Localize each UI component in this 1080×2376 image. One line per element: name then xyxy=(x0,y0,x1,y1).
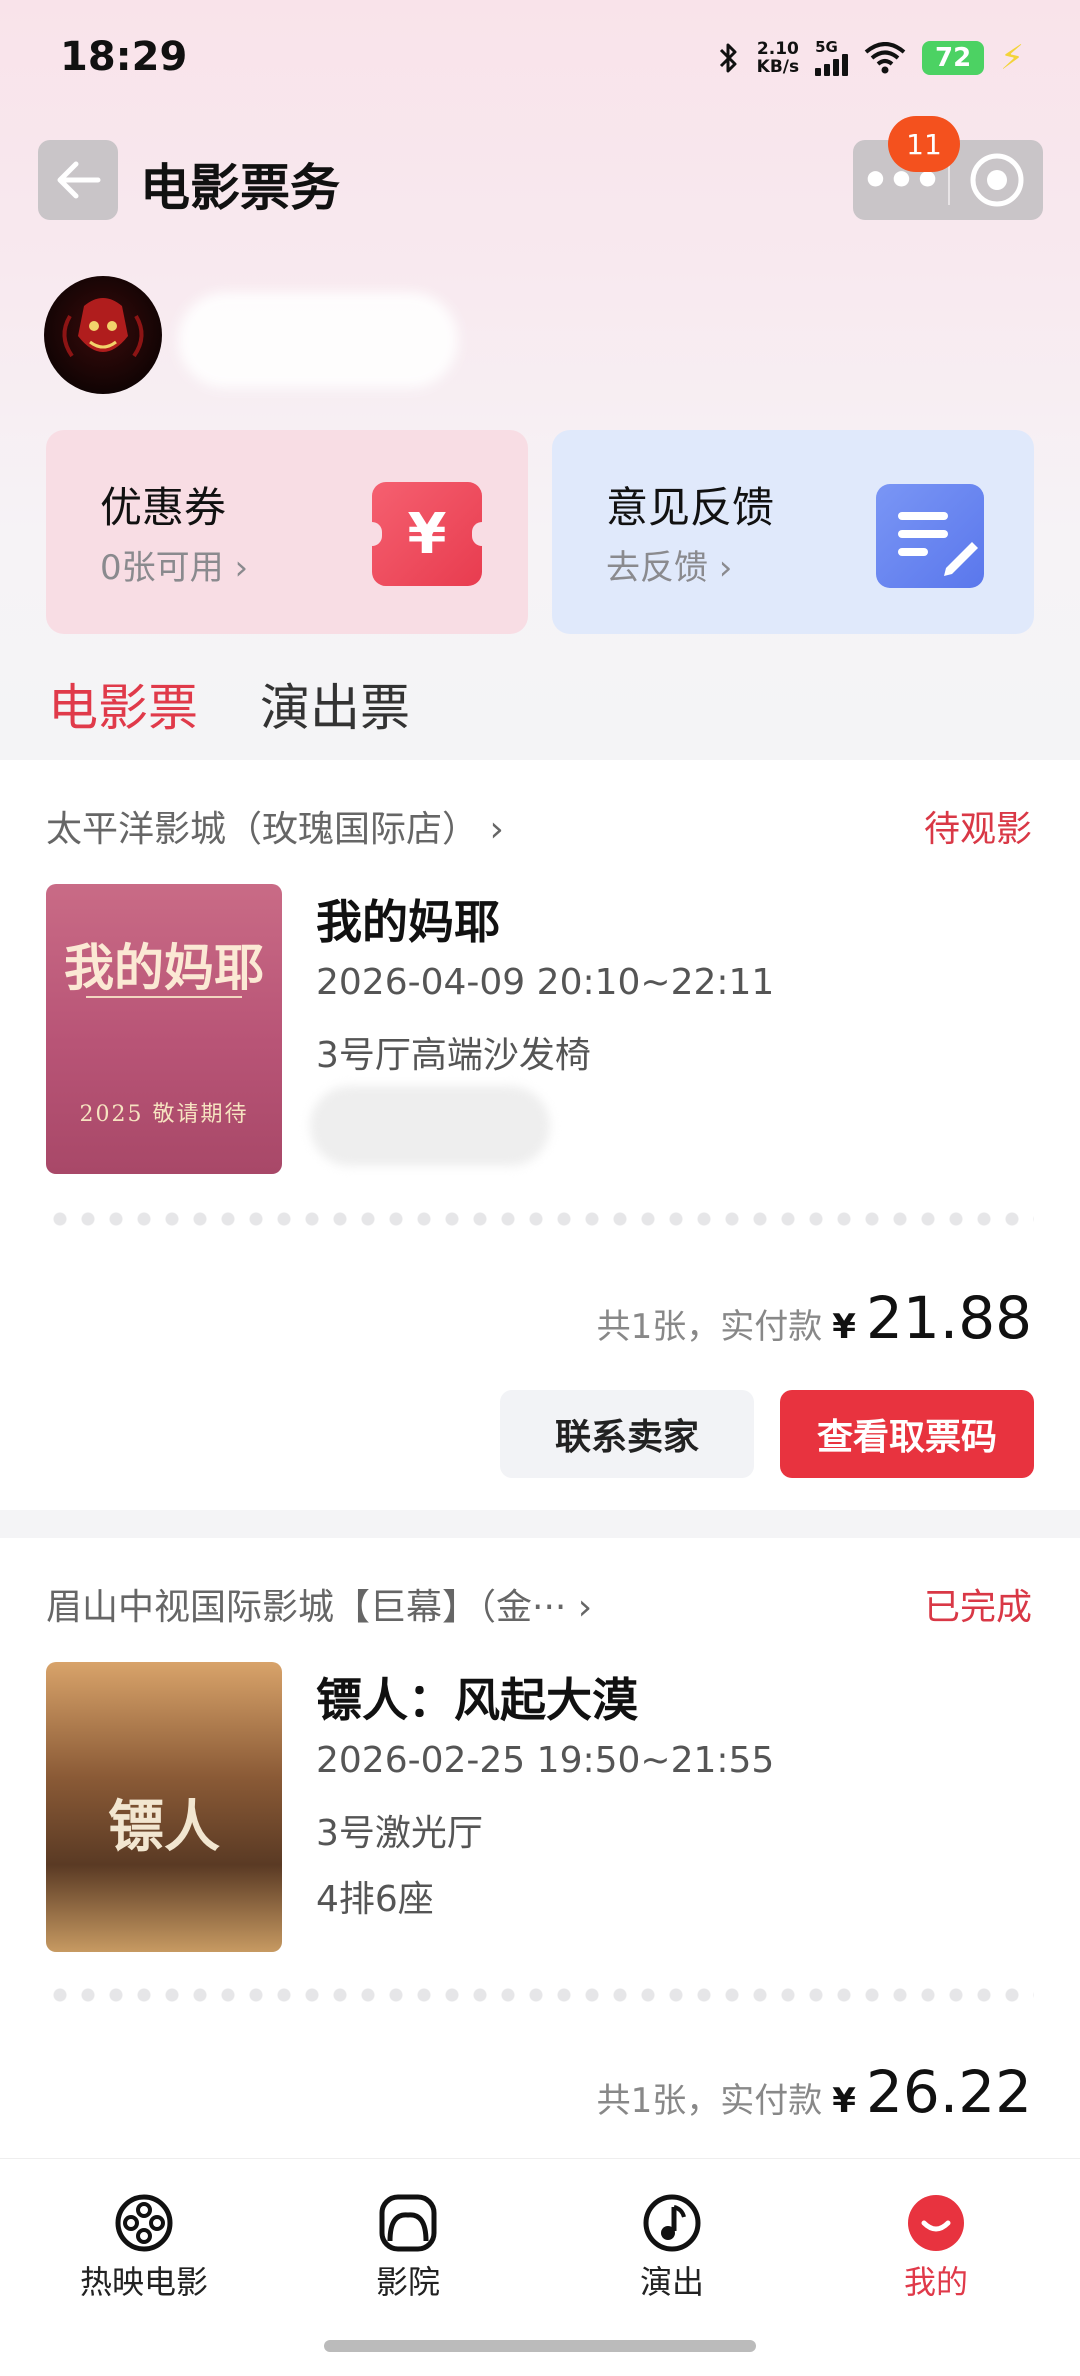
hall-name: 3号激光厅 xyxy=(316,1813,483,1854)
nav-mine[interactable]: 我的 xyxy=(836,2193,1036,2303)
net-speed: 2.10 KB/s xyxy=(756,39,800,77)
coupon-subtitle: 0张可用 › xyxy=(100,548,249,588)
feedback-note-icon xyxy=(876,484,984,588)
status-icons: 2.10 KB/s 5G 72 ⚡ xyxy=(717,34,1024,82)
order-status: 待观影 xyxy=(923,809,1032,850)
movie-poster[interactable]: 我的妈耶 2025 敬请期待 xyxy=(46,884,282,1174)
seat-info: 4排6座 xyxy=(316,1879,434,1920)
profile-icon xyxy=(836,2193,1036,2253)
nav-shows[interactable]: 演出 xyxy=(572,2193,772,2303)
view-ticket-code-button[interactable]: 查看取票码 xyxy=(780,1390,1034,1478)
film-reel-icon xyxy=(44,2193,244,2253)
order-total: 共1张，实付款 ¥ 21.88 xyxy=(596,1284,1032,1352)
music-note-icon xyxy=(572,2193,772,2253)
status-time: 18:29 xyxy=(60,34,188,80)
arrow-left-icon xyxy=(57,161,101,199)
dotted-divider xyxy=(46,1988,1034,2002)
header-background xyxy=(0,0,1080,760)
coupon-title: 优惠券 xyxy=(100,483,227,532)
show-time: 2026-04-09 20:10~22:11 xyxy=(316,962,775,1003)
charging-icon: ⚡ xyxy=(1000,38,1024,78)
bluetooth-icon xyxy=(719,43,737,73)
hall-name: 3号厅高端沙发椅 xyxy=(316,1035,591,1076)
order-total: 共1张，实付款 ¥ 26.22 xyxy=(596,2058,1032,2126)
wifi-icon xyxy=(864,42,906,74)
seat-info-blurred xyxy=(310,1086,550,1166)
close-target-icon[interactable] xyxy=(950,152,1043,208)
coupon-card[interactable]: 优惠券 0张可用 › ¥ xyxy=(46,430,528,634)
feedback-subtitle: 去反馈 › xyxy=(606,548,733,588)
tab-movie-tickets[interactable]: 电影票 xyxy=(48,668,198,740)
feedback-title: 意见反馈 xyxy=(606,483,775,532)
feedback-card[interactable]: 意见反馈 去反馈 › xyxy=(552,430,1034,634)
avatar[interactable] xyxy=(44,276,162,394)
cellular-signal-icon: 5G xyxy=(815,40,849,76)
nav-cinema[interactable]: 影院 xyxy=(308,2193,508,2303)
dotted-divider xyxy=(46,1212,1034,1226)
tab-show-tickets[interactable]: 演出票 xyxy=(260,668,410,740)
page-title: 电影票务 xyxy=(140,159,340,217)
movie-poster[interactable]: 镖人 xyxy=(46,1662,282,1952)
cinema-name[interactable]: 太平洋影城（玫瑰国际店） › xyxy=(46,800,504,852)
coupon-ticket-icon: ¥ xyxy=(362,482,492,586)
order-status: 已完成 xyxy=(923,1587,1032,1628)
battery-indicator: 72 xyxy=(922,41,985,75)
nav-now-showing[interactable]: 热映电影 xyxy=(44,2193,244,2303)
contact-seller-button[interactable]: 联系卖家 xyxy=(500,1390,754,1478)
notification-badge: 11 xyxy=(888,116,960,172)
home-indicator[interactable] xyxy=(324,2340,756,2352)
movie-title: 我的妈耶 xyxy=(316,895,500,949)
cinema-name[interactable]: 眉山中视国际影城【巨幕】（金··· › xyxy=(46,1578,592,1630)
back-button[interactable] xyxy=(38,140,118,220)
order-card[interactable]: 太平洋影城（玫瑰国际店） › 待观影 我的妈耶 2025 敬请期待 我的妈耶 2… xyxy=(0,760,1080,1510)
show-time: 2026-02-25 19:50~21:55 xyxy=(316,1740,775,1781)
movie-title: 镖人：风起大漠 xyxy=(316,1673,638,1727)
order-card[interactable]: 眉山中视国际影城【巨幕】（金··· › 已完成 镖人 镖人：风起大漠 2026-… xyxy=(0,1538,1080,2158)
cinema-icon xyxy=(308,2193,508,2253)
username-blurred xyxy=(178,292,458,388)
